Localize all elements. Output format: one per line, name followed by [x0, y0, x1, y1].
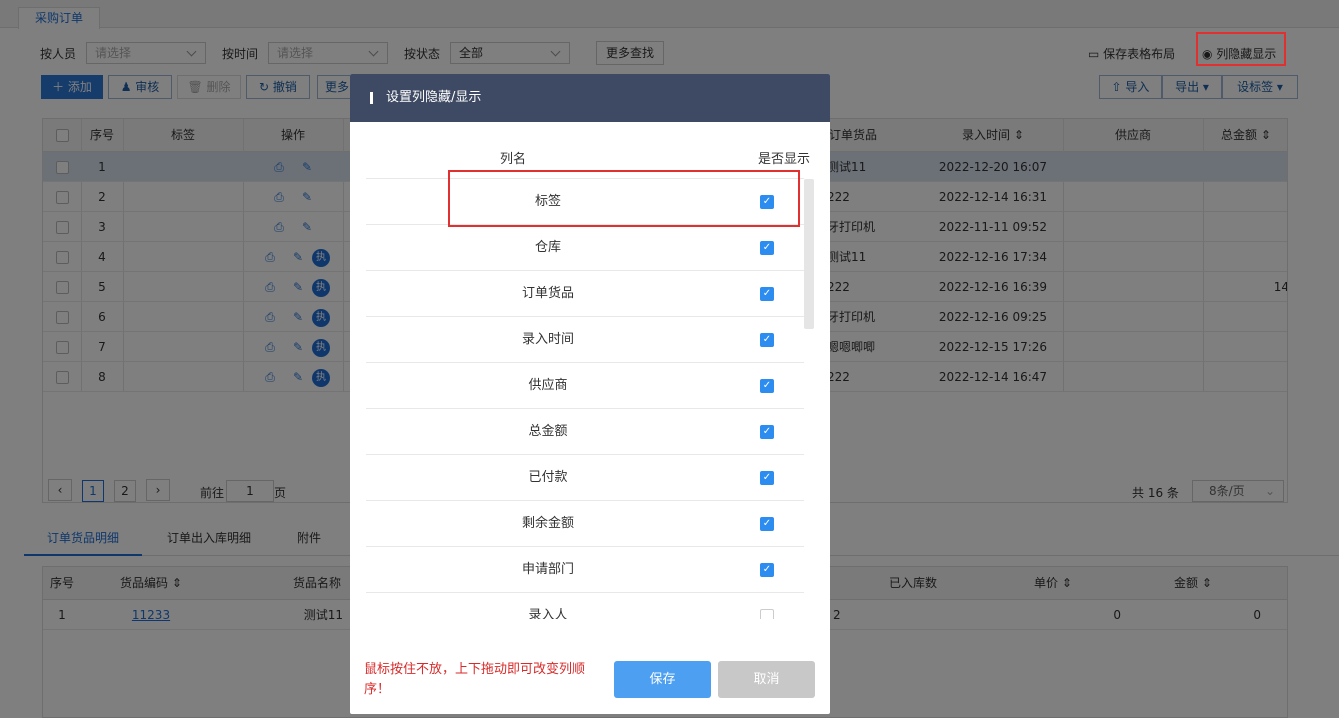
show-header: 是否显示 [758, 152, 811, 167]
column-item-name: 订单货品 [521, 286, 574, 301]
column-visible-checkbox[interactable]: ✓ [760, 563, 774, 577]
dialog-header: 设置列隐藏/显示 [350, 74, 830, 122]
highlight-box-column-toggle [1196, 32, 1286, 66]
column-item[interactable]: 供应商 ✓ [366, 363, 804, 409]
column-item[interactable]: 剩余金额 ✓ [366, 501, 804, 547]
dialog-title: 设置列隐藏/显示 [386, 90, 482, 105]
column-item-name: 已付款 [528, 470, 568, 485]
highlight-box-tag-row [448, 170, 800, 227]
column-visible-checkbox[interactable]: ✓ [760, 609, 774, 619]
column-item-name: 剩余金额 [521, 516, 574, 531]
column-item[interactable]: 订单货品 ✓ [366, 271, 804, 317]
save-button[interactable]: 保存 [614, 661, 711, 698]
column-item-name: 申请部门 [521, 562, 574, 577]
column-visible-checkbox[interactable]: ✓ [760, 379, 774, 393]
column-visible-checkbox[interactable]: ✓ [760, 425, 774, 439]
column-item-name: 总金额 [528, 424, 568, 439]
column-visible-checkbox[interactable]: ✓ [760, 287, 774, 301]
cancel-button[interactable]: 取消 [718, 661, 815, 698]
column-item[interactable]: 总金额 ✓ [366, 409, 804, 455]
column-item-name: 录入人 [528, 608, 568, 619]
column-item[interactable]: 申请部门 ✓ [366, 547, 804, 593]
drag-hint: 鼠标按住不放，上下拖动即可改变列顺序！ [364, 662, 586, 697]
column-item-name: 录入时间 [521, 332, 574, 347]
column-visible-checkbox[interactable]: ✓ [760, 471, 774, 485]
column-item[interactable]: 录入时间 ✓ [366, 317, 804, 363]
column-list: 标签 ✓ 仓库 ✓ 订单货品 ✓ 录入时间 ✓ 供应商 ✓ 总金额 ✓ 已付款 ✓ 剩余金额 ✓ 申请部门 ✓ 录入… [366, 179, 804, 619]
column-visible-checkbox[interactable]: ✓ [760, 517, 774, 531]
column-visible-checkbox[interactable]: ✓ [760, 333, 774, 347]
column-item[interactable]: 已付款 ✓ [366, 455, 804, 501]
column-visible-checkbox[interactable]: ✓ [760, 241, 774, 255]
column-item[interactable]: 录入人 ✓ [366, 593, 804, 619]
column-item-name: 仓库 [534, 240, 561, 255]
column-list-scrollbar[interactable] [804, 179, 814, 329]
column-item-name: 供应商 [528, 378, 568, 393]
column-name-header: 列名 [500, 152, 527, 167]
header-accent-bar [370, 92, 373, 104]
column-item[interactable]: 仓库 ✓ [366, 225, 804, 271]
